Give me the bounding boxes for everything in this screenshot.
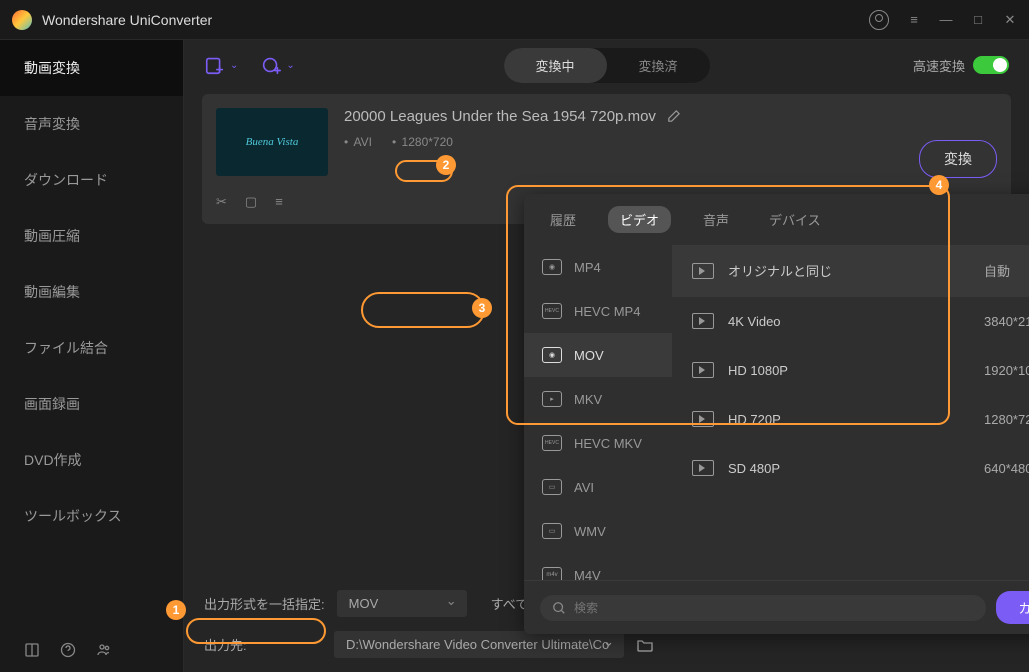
folder-icon[interactable] (636, 636, 654, 654)
format-wmv[interactable]: ▭WMV (524, 509, 672, 553)
rename-icon[interactable] (666, 109, 681, 124)
video-icon (692, 313, 714, 329)
annotation-badge-1: 1 (166, 600, 186, 620)
nav-compress[interactable]: 動画圧縮 (0, 208, 183, 264)
nav-toolbox[interactable]: ツールボックス (0, 488, 183, 544)
video-icon (692, 460, 714, 476)
nav-merge[interactable]: ファイル結合 (0, 320, 183, 376)
maximize-icon[interactable]: □ (971, 13, 985, 27)
popup-tab-video[interactable]: ビデオ (608, 206, 671, 233)
search-icon (552, 601, 566, 615)
thumbnail: Buena Vista (216, 108, 328, 176)
nav-audio-convert[interactable]: 音声変換 (0, 96, 183, 152)
popup-tab-history[interactable]: 履歴 (542, 206, 584, 233)
add-file-button[interactable]: ⌄ (204, 54, 238, 76)
format-mov[interactable]: ◉MOV (524, 333, 672, 377)
video-icon (692, 263, 714, 279)
help-icon[interactable] (60, 642, 76, 658)
format-hevc-mp4[interactable]: HEVCHEVC MP4 (524, 289, 672, 333)
users-icon[interactable] (96, 642, 112, 658)
popup-tab-device[interactable]: デバイス (761, 206, 829, 233)
format-mkv[interactable]: ▸MKV (524, 377, 672, 421)
annotation-highlight-3 (361, 292, 485, 328)
app-title: Wondershare UniConverter (42, 12, 869, 28)
res-original[interactable]: オリジナルと同じ自動 (672, 245, 1029, 297)
fast-convert-toggle[interactable] (973, 56, 1009, 74)
nav-edit[interactable]: 動画編集 (0, 264, 183, 320)
list-icon[interactable]: ≡ (275, 194, 283, 210)
close-icon[interactable]: ✕ (1003, 13, 1017, 27)
video-icon (692, 362, 714, 378)
popup-tab-audio[interactable]: 音声 (695, 206, 737, 233)
format-hevc-mkv[interactable]: HEVCHEVC MKV (524, 421, 672, 465)
menu-icon[interactable]: ≡ (907, 13, 921, 27)
video-icon (692, 411, 714, 427)
app-logo (12, 10, 32, 30)
conversion-tabs: 変換中 変換済 (503, 48, 709, 83)
customize-button[interactable]: カスタマイズ (996, 591, 1029, 624)
format-avi[interactable]: ▭AVI (524, 465, 672, 509)
res-4k[interactable]: 4K Video3840*2160 (672, 297, 1029, 346)
nav-download[interactable]: ダウンロード (0, 152, 183, 208)
tab-converted[interactable]: 変換済 (607, 48, 710, 83)
nav-video-convert[interactable]: 動画変換 (0, 40, 183, 96)
book-icon[interactable] (24, 642, 40, 658)
cut-icon[interactable]: ✂ (216, 194, 227, 210)
format-popup: 履歴 ビデオ 音声 デバイス ◉MP4 HEVCHEVC MP4 ◉MOV ▸M… (524, 194, 1029, 634)
convert-button[interactable]: 変換 (919, 140, 997, 178)
res-1080p[interactable]: HD 1080P1920*1080 (672, 346, 1029, 395)
crop-icon[interactable]: ▢ (245, 194, 257, 210)
sidebar: 動画変換 音声変換 ダウンロード 動画圧縮 動画編集 ファイル結合 画面録画 D… (0, 40, 184, 672)
output-format-select[interactable]: MOV (337, 590, 467, 617)
format-search[interactable] (540, 595, 986, 621)
annotation-badge-2: 2 (436, 155, 456, 175)
content-area: ⌄ ⌄ 変換中 変換済 高速変換 Buena Vista ✂ ▢ ≡ (184, 40, 1029, 672)
search-input[interactable] (574, 601, 974, 615)
res-720p[interactable]: HD 720P1280*720 (672, 395, 1029, 444)
file-resolution: 1280*720 (392, 135, 453, 149)
format-m4v[interactable]: m4vM4V (524, 553, 672, 580)
file-format: AVI (344, 135, 372, 149)
minimize-icon[interactable]: — (939, 13, 953, 27)
account-icon[interactable] (869, 10, 889, 30)
format-mp4[interactable]: ◉MP4 (524, 245, 672, 289)
output-format-label: 出力形式を一括指定: (204, 594, 325, 613)
annotation-badge-3: 3 (472, 298, 492, 318)
nav-record[interactable]: 画面録画 (0, 376, 183, 432)
file-title: 20000 Leagues Under the Sea 1954 720p.mo… (344, 108, 656, 125)
fast-convert-label: 高速変換 (913, 56, 965, 75)
nav-dvd[interactable]: DVD作成 (0, 432, 183, 488)
annotation-badge-4: 4 (929, 175, 949, 195)
add-url-button[interactable]: ⌄ (260, 54, 294, 76)
dest-path[interactable]: D:\Wondershare Video Converter Ultimate\… (334, 631, 624, 658)
dest-label: 出力先: (204, 635, 322, 654)
resolution-list: オリジナルと同じ自動 4K Video3840*2160 HD 1080P192… (672, 245, 1029, 580)
res-480p[interactable]: SD 480P640*480 (672, 444, 1029, 493)
tab-converting[interactable]: 変換中 (503, 48, 606, 83)
format-list: ◉MP4 HEVCHEVC MP4 ◉MOV ▸MKV HEVCHEVC MKV… (524, 245, 672, 580)
